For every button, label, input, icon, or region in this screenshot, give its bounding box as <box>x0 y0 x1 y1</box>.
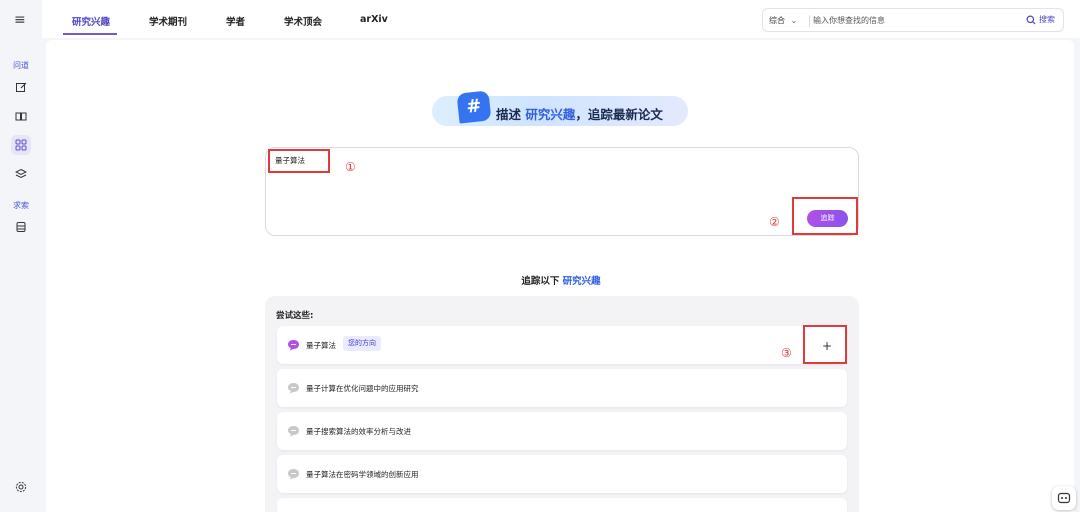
suggestion-item[interactable]: 量子搜索算法的效率分析与改进 <box>277 412 847 450</box>
sidebar-section-wendao: 问道 <box>13 61 29 70</box>
tab-journals[interactable]: 学术期刊 <box>149 14 187 28</box>
chat-bubble-icon <box>288 340 299 351</box>
active-tab-indicator <box>63 33 117 35</box>
hero-prefix: 描述 <box>496 107 522 122</box>
divider <box>809 15 810 27</box>
suggestion-text: 量子算法 <box>306 341 336 350</box>
suggestion-item[interactable] <box>277 498 847 512</box>
search-scope-select[interactable]: 综合 ⌄ <box>769 15 797 26</box>
sidebar: ≡ 问道 求索 <box>0 0 42 512</box>
tab-research-interest[interactable]: 研究兴趣 <box>72 14 110 28</box>
annotation-box-2 <box>792 197 858 235</box>
menu-icon[interactable]: ≡ <box>14 12 26 28</box>
suggestion-item[interactable]: 量子计算在优化问题中的应用研究 <box>277 369 847 407</box>
section-highlight: 研究兴趣 <box>562 276 601 287</box>
section-prefix: 追踪以下 <box>521 276 560 287</box>
hero-title: 描述 研究兴趣，追踪最新论文 <box>496 104 663 123</box>
chat-bubble-icon <box>288 426 299 437</box>
section-title: 追踪以下 研究兴趣 <box>0 273 1080 287</box>
search-icon <box>1026 15 1036 24</box>
tab-arxiv[interactable]: arXiv <box>360 14 388 25</box>
tab-conferences[interactable]: 学术顶会 <box>284 14 322 28</box>
hero-highlight: 研究兴趣 <box>525 107 576 122</box>
database-icon[interactable] <box>11 217 31 237</box>
search-button-label: 搜索 <box>1039 15 1055 24</box>
grid-icon[interactable] <box>11 135 31 155</box>
tab-scholars[interactable]: 学者 <box>226 14 245 28</box>
search-scope-label: 综合 <box>769 16 785 25</box>
search-input[interactable] <box>813 13 1013 28</box>
edit-icon[interactable] <box>11 77 31 97</box>
suggestion-item[interactable]: 量子算法 您的方向 <box>277 326 847 364</box>
search-button[interactable]: 搜索 <box>1026 14 1055 25</box>
suggestions-label: 尝试这些: <box>276 311 314 321</box>
suggestion-item[interactable]: 量子算法在密码学领域的创新应用 <box>277 455 847 493</box>
annotation-number-2: ② <box>769 215 780 229</box>
book-icon[interactable] <box>11 106 31 126</box>
chevron-down-icon: ⌄ <box>790 16 798 25</box>
annotation-box-1 <box>268 149 330 173</box>
hashtag-icon: # <box>456 90 492 124</box>
suggestion-text: 量子搜索算法的效率分析与改进 <box>306 427 411 436</box>
annotation-number-1: ① <box>345 160 356 174</box>
annotation-box-3 <box>803 325 847 364</box>
chat-bubble-icon <box>288 469 299 480</box>
hero-suffix: ，追踪最新论文 <box>575 107 663 122</box>
your-direction-badge: 您的方向 <box>343 336 381 351</box>
search-bar: 综合 ⌄ 搜索 <box>762 8 1064 32</box>
layers-icon[interactable] <box>11 164 31 184</box>
annotation-number-3: ③ <box>781 346 792 360</box>
suggestion-text: 量子算法在密码学领域的创新应用 <box>306 470 419 479</box>
chat-bubble-icon <box>288 383 299 394</box>
suggestion-text: 量子计算在优化问题中的应用研究 <box>306 384 419 393</box>
assistant-bot-icon[interactable] <box>1052 486 1076 510</box>
settings-icon[interactable] <box>11 477 31 497</box>
sidebar-section-qiusuo: 求索 <box>13 201 29 210</box>
